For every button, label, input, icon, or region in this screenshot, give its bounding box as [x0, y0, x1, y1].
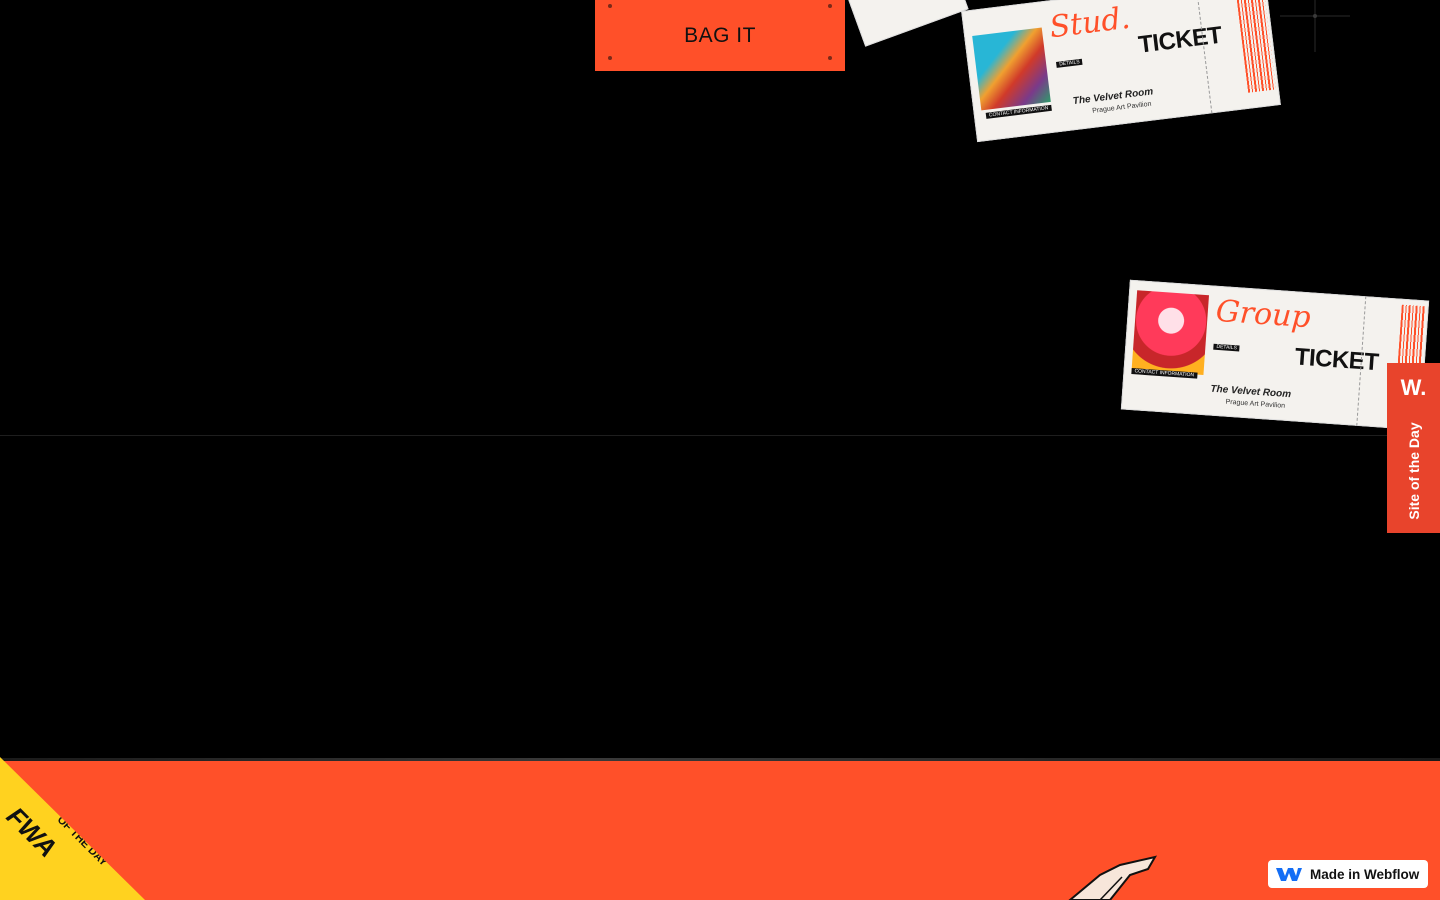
- sketch-illustration: [1068, 855, 1158, 900]
- fwa-logo: FWA: [0, 801, 63, 864]
- venue-location: Prague Art Pavilion: [1225, 398, 1286, 410]
- awwwards-badge[interactable]: W. Site of the Day: [1387, 363, 1440, 533]
- details-label: DETAILS: [1213, 343, 1241, 352]
- zebra-artwork: [972, 27, 1051, 111]
- footer-band: [0, 758, 1440, 900]
- crosshair-icon: [1280, 0, 1350, 52]
- awwwards-label: Site of the Day: [1405, 422, 1422, 520]
- section-divider: [0, 435, 1440, 436]
- details-label: DETAILS: [1055, 58, 1083, 68]
- bag-it-button[interactable]: BAG IT: [595, 0, 845, 71]
- ticket-partial: [841, 0, 969, 47]
- webflow-label: Made in Webflow: [1310, 866, 1420, 882]
- ticket-script-word: Stud.: [1047, 0, 1133, 46]
- rivet-decoration: [828, 4, 832, 8]
- ticket-student[interactable]: Stud. TICKET DETAILS CONTACT INFORMATION…: [961, 0, 1281, 143]
- made-in-webflow-badge[interactable]: Made in Webflow: [1268, 860, 1428, 888]
- bag-it-label: BAG IT: [684, 23, 756, 47]
- panda-artwork: [1131, 290, 1210, 376]
- venue-name: The Velvet Room: [1210, 383, 1292, 401]
- awwwards-mark: W.: [1400, 375, 1427, 400]
- ticket-script-word: Group: [1214, 293, 1312, 336]
- rivet-decoration: [608, 56, 612, 60]
- webflow-logo-icon: [1276, 868, 1302, 881]
- rivet-decoration: [828, 56, 832, 60]
- barcode-graphic: [1234, 0, 1276, 93]
- ticket-group[interactable]: Group TICKET DETAILS CONTACT INFORMATION…: [1120, 279, 1430, 431]
- rivet-decoration: [608, 4, 612, 8]
